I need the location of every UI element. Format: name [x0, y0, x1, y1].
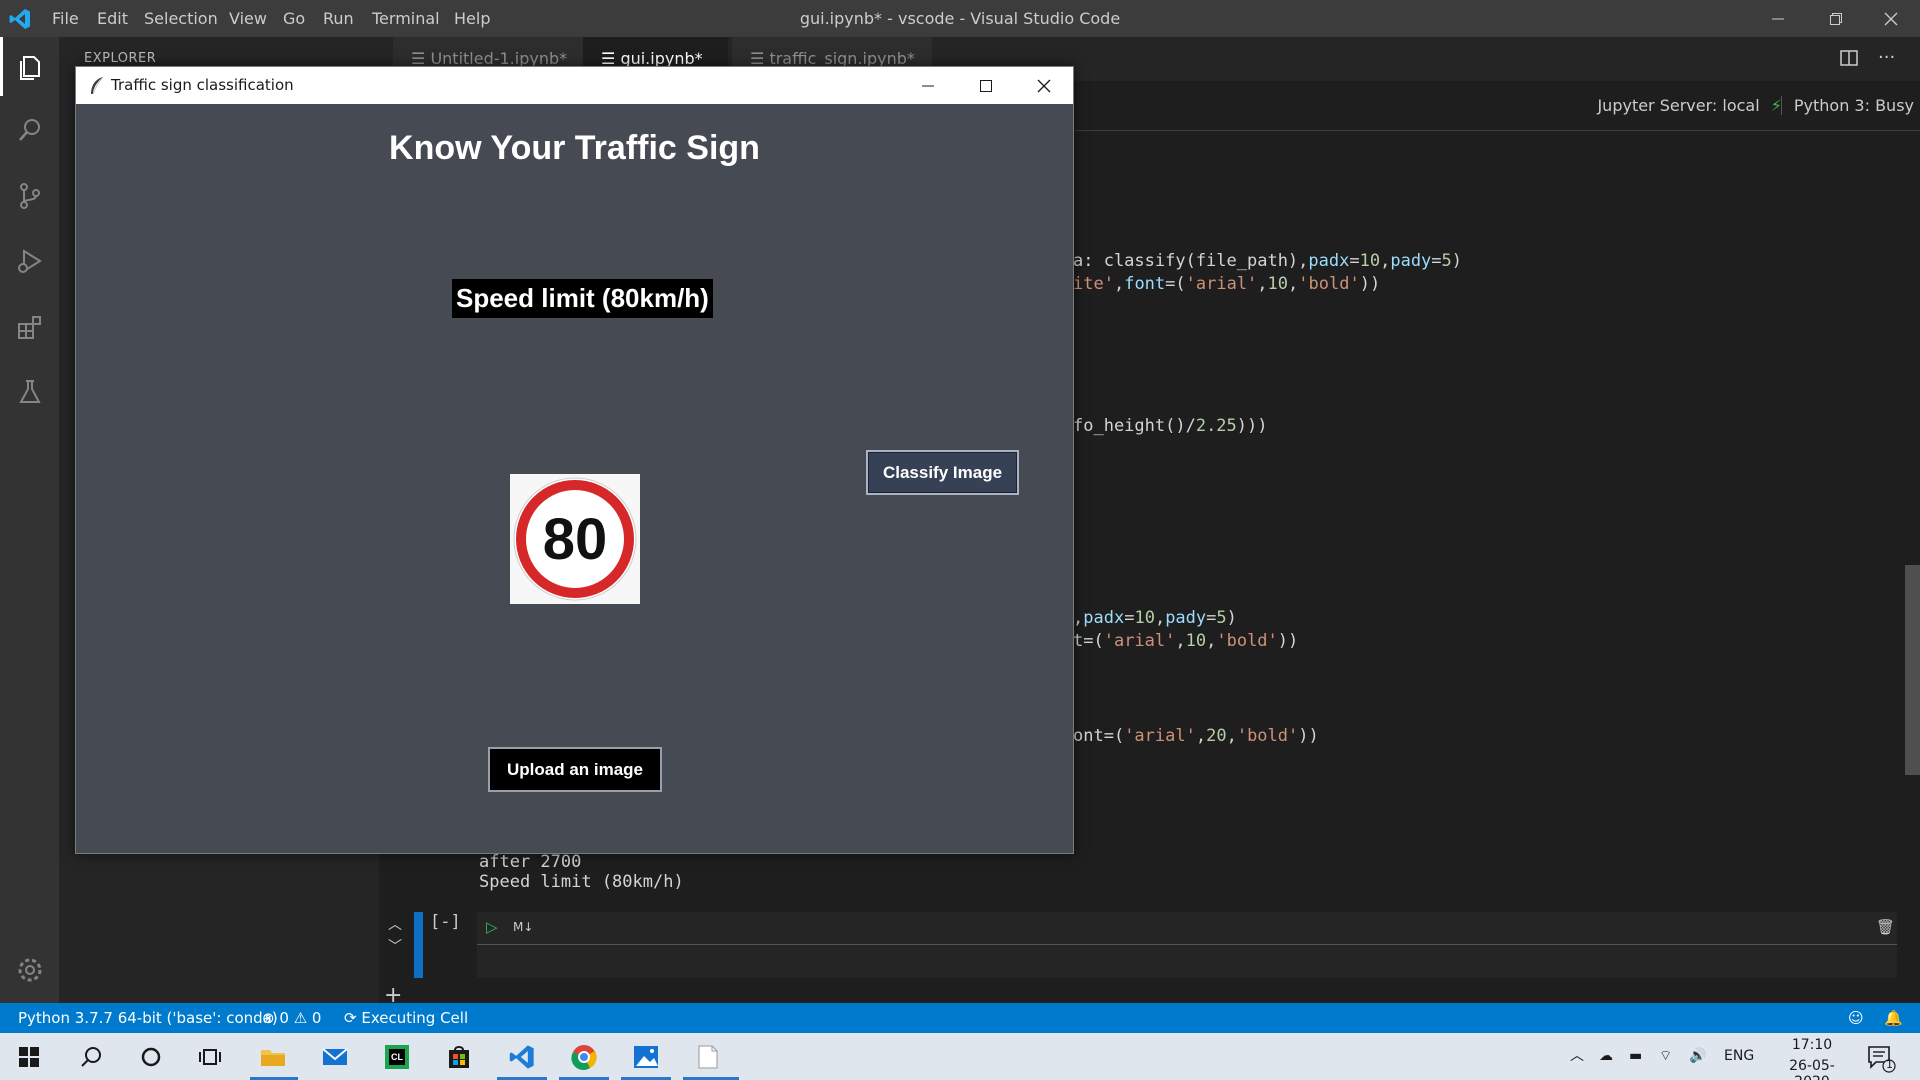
live-share-icon[interactable]: ☺	[1848, 1003, 1864, 1033]
action-center-icon[interactable]: 1	[1866, 1043, 1896, 1073]
vscode-taskbar-icon[interactable]	[493, 1033, 551, 1080]
search-icon[interactable]	[0, 100, 59, 159]
clock-time[interactable]: 17:10	[1772, 1037, 1852, 1053]
cell-move-up-icon[interactable]: ︿	[388, 914, 402, 934]
menu-file[interactable]: File	[52, 0, 79, 37]
notifications-bell-icon[interactable]: 🔔	[1884, 1003, 1903, 1033]
kernel-status[interactable]: Python 3: Busy	[1780, 96, 1914, 115]
more-actions-icon[interactable]: ···	[1878, 47, 1900, 69]
tk-minimize-icon[interactable]	[899, 67, 957, 104]
file-explorer-icon[interactable]	[244, 1033, 302, 1080]
testing-flask-icon[interactable]	[0, 362, 59, 421]
chrome-icon[interactable]	[555, 1033, 613, 1080]
jupyter-server-status[interactable]: Jupyter Server: local ⚡	[1597, 96, 1782, 115]
notification-count: 1	[1886, 1058, 1893, 1071]
tk-feather-icon	[88, 76, 106, 96]
code-line: fo_height()/2.25)))	[1073, 416, 1268, 436]
code-line: ,padx=10,pady=5)	[1073, 608, 1237, 628]
cell-divider	[477, 944, 1897, 945]
search-icon[interactable]	[62, 1033, 120, 1080]
cortana-icon[interactable]	[122, 1033, 180, 1080]
cell-selection-bar	[414, 912, 423, 978]
svg-text:CL: CL	[391, 1052, 403, 1062]
tk-close-icon[interactable]	[1015, 67, 1073, 104]
markdown-cell-label: M↓	[513, 920, 534, 934]
error-icon: ⊗	[262, 1009, 275, 1027]
show-hidden-icons-icon[interactable]: ︿	[1570, 1033, 1584, 1080]
problems-indicator[interactable]: ⊗ 0 ⚠ 0	[262, 1003, 321, 1033]
python-interpreter[interactable]: Python 3.7.7 64-bit ('base': conda)	[18, 1003, 278, 1033]
menu-run[interactable]: Run	[323, 0, 354, 37]
upload-image-button[interactable]: Upload an image	[488, 747, 662, 792]
markdown-cell[interactable]	[477, 912, 1897, 978]
task-view-icon[interactable]	[181, 1033, 239, 1080]
warning-icon: ⚠	[293, 1009, 308, 1027]
code-line: t=('arial',10,'bold'))	[1073, 631, 1299, 651]
extensions-icon[interactable]	[0, 297, 59, 356]
delete-cell-icon[interactable]: 🗑	[1876, 918, 1895, 936]
battery-icon[interactable]: ▬	[1629, 1033, 1642, 1080]
cell-move-down-icon[interactable]: ﹀	[388, 936, 402, 956]
speed-limit-number: 80	[543, 507, 608, 572]
explorer-label: EXPLORER	[84, 51, 157, 66]
clion-icon[interactable]: CL	[368, 1033, 426, 1080]
input-language[interactable]: ENG	[1724, 1033, 1754, 1080]
executing-cell-status: ⟳ Executing Cell	[344, 1009, 469, 1027]
photos-icon[interactable]	[617, 1033, 675, 1080]
source-control-icon[interactable]	[0, 166, 59, 225]
tk-maximize-icon[interactable]	[957, 67, 1015, 104]
wifi-icon[interactable]: ⌔	[1659, 1033, 1672, 1080]
traffic-sign-window: Traffic sign classification Know Your Tr…	[75, 66, 1074, 854]
run-cell-icon[interactable]: ▷	[486, 918, 498, 936]
code-line: ite',font=('arial',10,'bold'))	[1073, 274, 1381, 294]
restore-icon[interactable]	[1807, 0, 1865, 37]
clock-date[interactable]: 26-05-2020	[1772, 1058, 1852, 1080]
mail-icon[interactable]	[306, 1033, 364, 1080]
classify-image-button[interactable]: Classify Image	[866, 450, 1019, 495]
classification-result-label: Speed limit (80km/h)	[452, 279, 713, 318]
microsoft-store-icon[interactable]	[430, 1033, 488, 1080]
settings-gear-icon[interactable]	[0, 940, 59, 999]
volume-icon[interactable]: 🔊	[1689, 1033, 1706, 1080]
cell-execution-count: [-]	[430, 912, 461, 932]
menu-terminal[interactable]: Terminal	[372, 0, 440, 37]
run-debug-icon[interactable]	[0, 231, 59, 290]
close-icon[interactable]	[1862, 0, 1920, 37]
sync-spinner-icon: ⟳	[344, 1009, 357, 1027]
windows-start-icon[interactable]	[0, 1033, 58, 1080]
uploaded-sign-image: 80	[510, 474, 640, 604]
menu-selection[interactable]: Selection	[144, 0, 218, 37]
code-line: ont=('arial',20,'bold'))	[1073, 726, 1319, 746]
output-line: Speed limit (80km/h)	[479, 872, 684, 892]
code-line: a: classify(file_path),padx=10,pady=5)	[1073, 251, 1463, 271]
minimize-icon[interactable]	[1749, 0, 1807, 37]
explorer-icon[interactable]	[0, 37, 59, 96]
app-heading: Know Your Traffic Sign	[389, 129, 760, 167]
notepad-icon[interactable]	[679, 1033, 737, 1080]
onedrive-cloud-icon[interactable]: ☁	[1599, 1033, 1613, 1080]
menu-go[interactable]: Go	[283, 0, 305, 37]
menu-view[interactable]: View	[229, 0, 267, 37]
split-editor-icon[interactable]	[1838, 47, 1860, 69]
menu-edit[interactable]: Edit	[97, 0, 128, 37]
tk-window-title: Traffic sign classification	[111, 76, 294, 94]
editor-scrollbar[interactable]	[1905, 565, 1920, 775]
output-line: after 2700	[479, 852, 582, 872]
menu-help[interactable]: Help	[454, 0, 490, 37]
vscode-logo-icon	[8, 7, 32, 31]
